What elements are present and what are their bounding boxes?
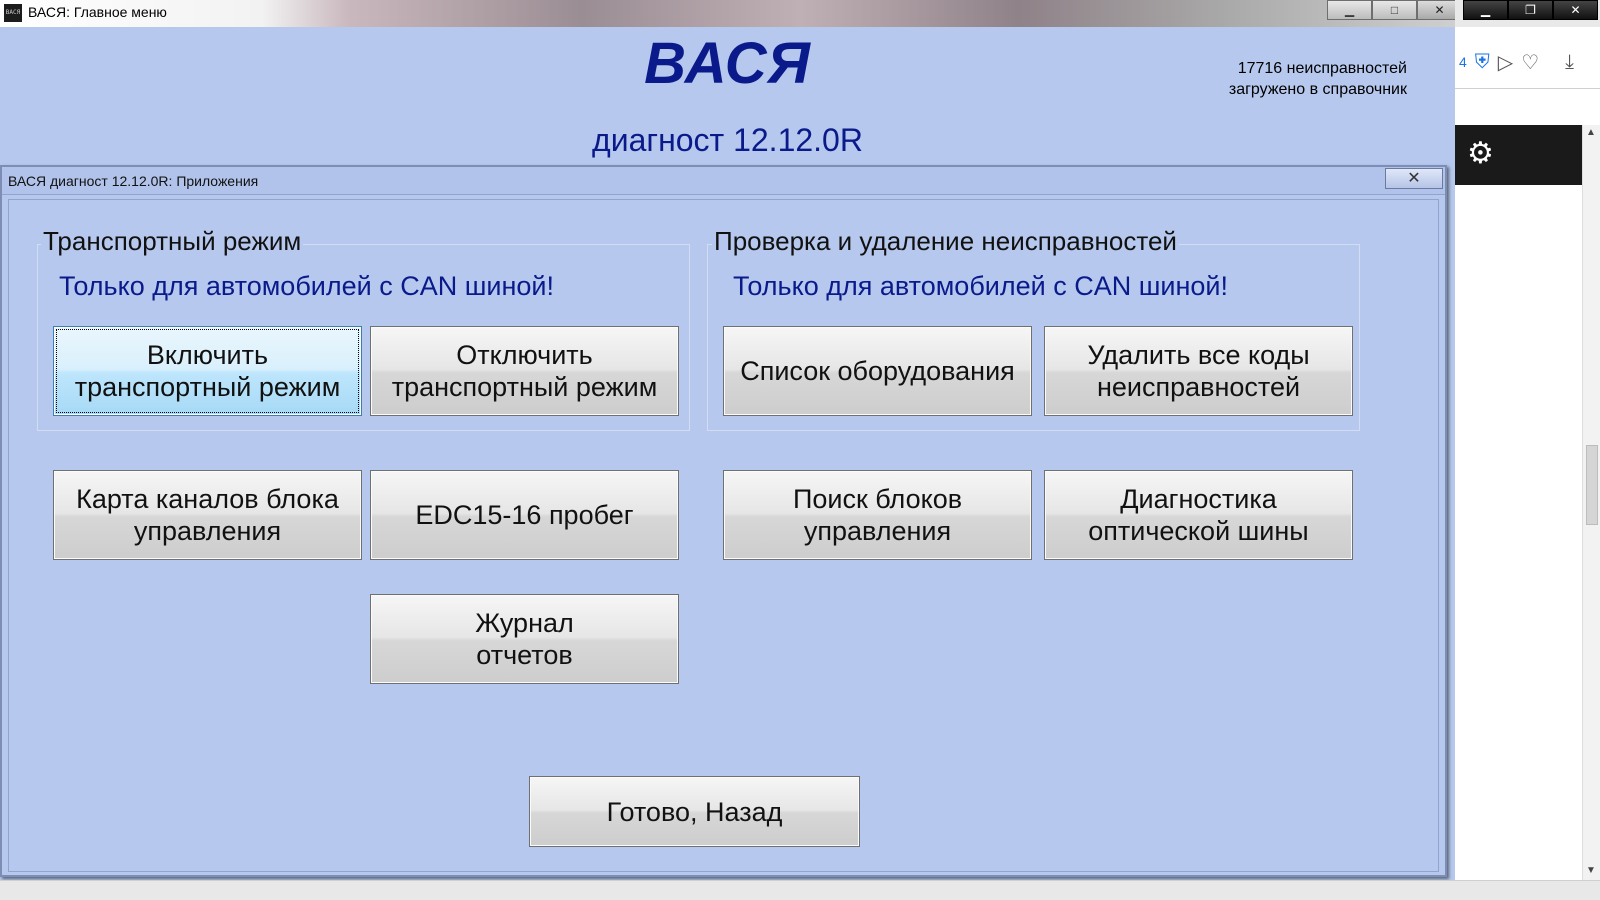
- dialog-body: Транспортный режим Только для автомобиле…: [8, 199, 1439, 872]
- fault-check-title: Проверка и удаление неисправностей: [712, 226, 1179, 257]
- main-window-controls: ▁ □ ✕: [1327, 0, 1455, 20]
- dialog-title: ВАСЯ диагност 12.12.0R: Приложения: [8, 173, 259, 189]
- dark-side-panel: ⚙: [1455, 125, 1582, 185]
- find-control-modules-button[interactable]: Поиск блоков управления: [723, 470, 1032, 560]
- fault-count-status: 17716 неисправностей загружено в справоч…: [1167, 58, 1407, 100]
- scroll-up-arrow-icon[interactable]: ▲: [1586, 127, 1596, 138]
- equipment-list-button[interactable]: Список оборудования: [723, 326, 1032, 416]
- main-window-title: ВАСЯ: Главное меню: [28, 4, 167, 20]
- toolbar-divider: [1455, 88, 1600, 89]
- background-browser-window: ▁ ❐ ✕ 4 ⛨ ▷ ♡ ⤓ ⚙ ▲ ▼: [1455, 0, 1600, 900]
- send-icon[interactable]: ▷: [1498, 50, 1513, 75]
- scroll-down-arrow-icon[interactable]: ▼: [1586, 865, 1596, 876]
- optical-bus-diagnostics-button[interactable]: Диагностика оптической шины: [1044, 470, 1353, 560]
- done-back-button[interactable]: Готово, Назад: [529, 776, 860, 847]
- fault-check-note: Только для автомобилей с CAN шиной!: [733, 271, 1228, 301]
- shield-icon[interactable]: ⛨: [1475, 51, 1490, 74]
- fault-count-line2: загружено в справочник: [1228, 81, 1407, 98]
- channel-map-button[interactable]: Карта каналов блока управления: [53, 470, 362, 560]
- dialog-titlebar[interactable]: ВАСЯ диагност 12.12.0R: Приложения ✕: [2, 167, 1445, 195]
- browser-titlebar: ▁ ❐ ✕: [1455, 0, 1600, 27]
- scroll-thumb[interactable]: [1586, 445, 1598, 525]
- main-titlebar[interactable]: ВАСЯ ВАСЯ: Главное меню ▁ □ ✕: [0, 0, 1455, 27]
- download-icon[interactable]: ⤓: [1565, 51, 1574, 74]
- gear-icon[interactable]: ⚙: [1467, 137, 1494, 171]
- dialog-close-button[interactable]: ✕: [1385, 168, 1443, 189]
- reports-log-button[interactable]: Журнал отчетов: [370, 594, 679, 684]
- maximize-button[interactable]: □: [1372, 0, 1417, 20]
- minimize-button[interactable]: ▁: [1327, 0, 1372, 20]
- browser-toolbar: 4 ⛨ ▷ ♡ ⤓: [1455, 40, 1600, 84]
- close-button[interactable]: ✕: [1417, 0, 1455, 20]
- app-version: диагност 12.12.0R: [592, 122, 863, 158]
- tab-count: 4: [1459, 54, 1467, 70]
- browser-restore-button[interactable]: ❐: [1508, 0, 1553, 20]
- browser-close-button[interactable]: ✕: [1553, 0, 1598, 20]
- fault-count-line1: 17716 неисправностей: [1237, 60, 1407, 77]
- app-icon: ВАСЯ: [4, 4, 22, 22]
- disable-transport-mode-button[interactable]: Отключить транспортный режим: [370, 326, 679, 416]
- taskbar-strip: [0, 880, 1600, 900]
- applications-dialog: ВАСЯ диагност 12.12.0R: Приложения ✕ Тра…: [0, 165, 1447, 877]
- edc-mileage-button[interactable]: EDC15-16 пробег: [370, 470, 679, 560]
- page-scrollbar[interactable]: ▲ ▼: [1582, 125, 1600, 900]
- enable-transport-mode-button[interactable]: Включить транспортный режим: [53, 326, 362, 416]
- heart-icon[interactable]: ♡: [1521, 50, 1539, 75]
- delete-all-fault-codes-button[interactable]: Удалить все коды неисправностей: [1044, 326, 1353, 416]
- transport-mode-note: Только для автомобилей с CAN шиной!: [59, 271, 554, 301]
- main-window: ВАСЯ ВАСЯ: Главное меню ▁ □ ✕ ВАСЯ диагн…: [0, 0, 1455, 900]
- transport-mode-title: Транспортный режим: [41, 226, 304, 257]
- browser-window-controls: ▁ ❐ ✕: [1463, 0, 1598, 20]
- browser-minimize-button[interactable]: ▁: [1463, 0, 1508, 20]
